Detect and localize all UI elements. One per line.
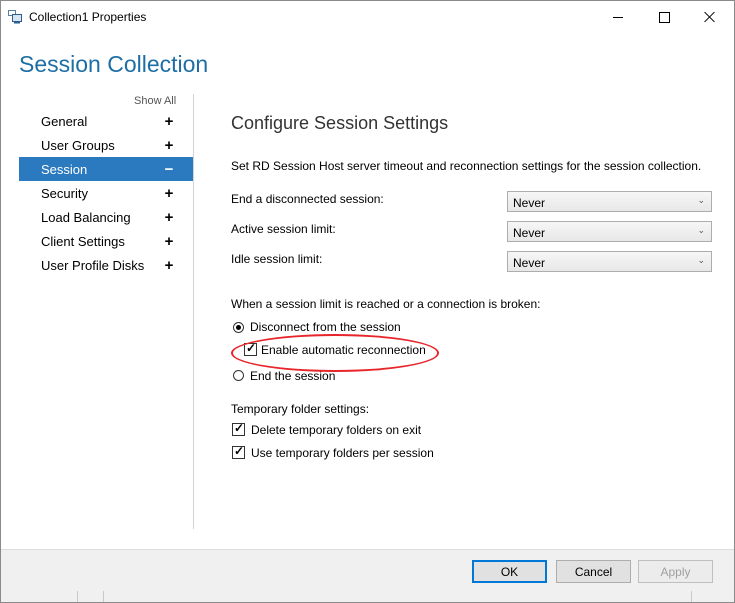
- nav-item-load-balancing[interactable]: Load Balancing +: [19, 205, 193, 229]
- minimize-button[interactable]: [595, 1, 641, 33]
- check-icon: ✓: [234, 421, 245, 435]
- delete-temp-label[interactable]: Delete temporary folders on exit: [251, 423, 421, 437]
- collapse-icon[interactable]: −: [164, 161, 174, 178]
- close-button[interactable]: [687, 1, 733, 33]
- cancel-button[interactable]: Cancel: [556, 560, 631, 583]
- limit-group-label: When a session limit is reached or a con…: [231, 297, 541, 311]
- nav-item-label: User Groups: [41, 137, 115, 153]
- nav-divider: [193, 94, 194, 529]
- chevron-down-icon: ⌄: [697, 255, 705, 265]
- divider: [77, 591, 78, 602]
- chevron-down-icon: ⌄: [697, 225, 705, 235]
- apply-button[interactable]: Apply: [638, 560, 713, 583]
- nav-item-general[interactable]: General +: [19, 109, 193, 133]
- nav-item-session[interactable]: Session −: [19, 157, 193, 181]
- end-session-radio[interactable]: [233, 370, 244, 381]
- nav-item-label: General: [41, 113, 88, 129]
- nav-item-label: Security: [41, 185, 88, 201]
- select-value: Never: [513, 256, 546, 270]
- nav-item-client-settings[interactable]: Client Settings +: [19, 229, 193, 253]
- nav-item-label: Session: [41, 161, 88, 177]
- check-icon: ✓: [234, 444, 245, 458]
- nav-item-user-groups[interactable]: User Groups +: [19, 133, 193, 157]
- nav-item-label: Load Balancing: [41, 209, 131, 225]
- maximize-icon: [658, 11, 670, 23]
- select-value: Never: [513, 196, 546, 210]
- minimize-icon: [613, 16, 623, 18]
- expand-icon[interactable]: +: [164, 257, 174, 274]
- section-description: Set RD Session Host server timeout and r…: [231, 159, 702, 173]
- properties-dialog: Collection1 Properties Session Collectio…: [0, 0, 735, 603]
- divider: [691, 591, 692, 602]
- expand-icon[interactable]: +: [164, 113, 174, 130]
- maximize-button[interactable]: [641, 1, 687, 33]
- select-value: Never: [513, 226, 546, 240]
- per-session-temp-checkbox[interactable]: ✓: [232, 444, 245, 459]
- red-highlight-ellipse: [231, 334, 439, 372]
- per-session-temp-label[interactable]: Use temporary folders per session: [251, 446, 434, 460]
- delete-temp-checkbox[interactable]: ✓: [232, 421, 245, 436]
- expand-icon[interactable]: +: [164, 137, 174, 154]
- title-bar[interactable]: Collection1 Properties: [1, 1, 734, 33]
- active-limit-select[interactable]: Never ⌄: [507, 221, 712, 242]
- idle-limit-label: Idle session limit:: [231, 252, 323, 266]
- divider: [103, 591, 104, 602]
- idle-limit-select[interactable]: Never ⌄: [507, 251, 712, 272]
- show-all-link[interactable]: Show All: [134, 95, 176, 107]
- expand-icon[interactable]: +: [164, 233, 174, 250]
- end-disconnected-label: End a disconnected session:: [231, 192, 384, 206]
- page-title: Session Collection: [19, 51, 209, 77]
- nav-item-label: User Profile Disks: [41, 257, 145, 273]
- nav-item-user-profile-disks[interactable]: User Profile Disks +: [19, 253, 193, 277]
- window-title: Collection1 Properties: [29, 10, 147, 24]
- chevron-down-icon: ⌄: [697, 195, 705, 205]
- section-title: Configure Session Settings: [231, 113, 449, 133]
- disconnect-radio[interactable]: [233, 322, 244, 333]
- background-window-edge: [1, 591, 734, 602]
- expand-icon[interactable]: +: [164, 209, 174, 226]
- nav-item-security[interactable]: Security +: [19, 181, 193, 205]
- nav-item-label: Client Settings: [41, 233, 125, 249]
- ok-button[interactable]: OK: [472, 560, 547, 583]
- end-disconnected-select[interactable]: Never ⌄: [507, 191, 712, 212]
- collection-properties-icon: [8, 10, 22, 24]
- disconnect-label[interactable]: Disconnect from the session: [250, 320, 401, 334]
- temp-folder-group-label: Temporary folder settings:: [231, 402, 370, 416]
- expand-icon[interactable]: +: [164, 185, 174, 202]
- close-icon: [704, 11, 716, 23]
- active-limit-label: Active session limit:: [231, 222, 336, 236]
